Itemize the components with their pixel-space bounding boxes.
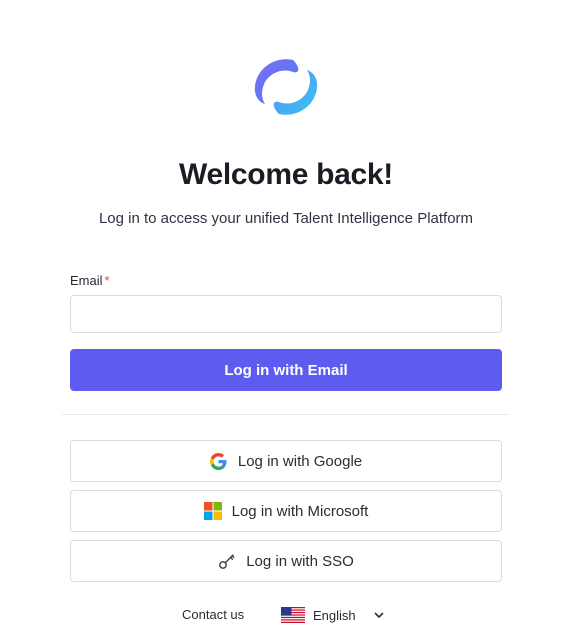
login-with-microsoft-button[interactable]: Log in with Microsoft bbox=[70, 490, 502, 532]
divider bbox=[62, 414, 510, 415]
login-with-google-button[interactable]: Log in with Google bbox=[70, 440, 502, 482]
chevron-down-icon bbox=[374, 612, 384, 619]
brand-logo-icon bbox=[253, 54, 319, 120]
login-with-email-label: Log in with Email bbox=[224, 361, 348, 379]
page-title: Welcome back! bbox=[179, 158, 393, 191]
login-with-sso-button[interactable]: Log in with SSO bbox=[70, 540, 502, 582]
language-label: English bbox=[313, 607, 356, 623]
login-with-email-button[interactable]: Log in with Email bbox=[70, 349, 502, 391]
login-with-google-label: Log in with Google bbox=[237, 452, 363, 470]
google-icon bbox=[210, 452, 228, 470]
us-flag-icon bbox=[281, 607, 305, 623]
microsoft-icon bbox=[203, 502, 222, 520]
key-icon bbox=[218, 552, 236, 570]
email-field[interactable] bbox=[70, 295, 502, 333]
contact-us-link[interactable]: Contact us bbox=[182, 607, 244, 622]
email-label-text: Email bbox=[70, 273, 103, 288]
page-subtitle: Log in to access your unified Talent Int… bbox=[98, 210, 474, 227]
language-select[interactable]: English bbox=[281, 604, 384, 626]
email-label: Email * bbox=[70, 273, 110, 288]
footer: Contact us English bbox=[0, 604, 572, 626]
login-with-sso-label: Log in with SSO bbox=[246, 552, 354, 570]
login-with-microsoft-label: Log in with Microsoft bbox=[231, 502, 369, 520]
required-marker: * bbox=[104, 273, 110, 288]
